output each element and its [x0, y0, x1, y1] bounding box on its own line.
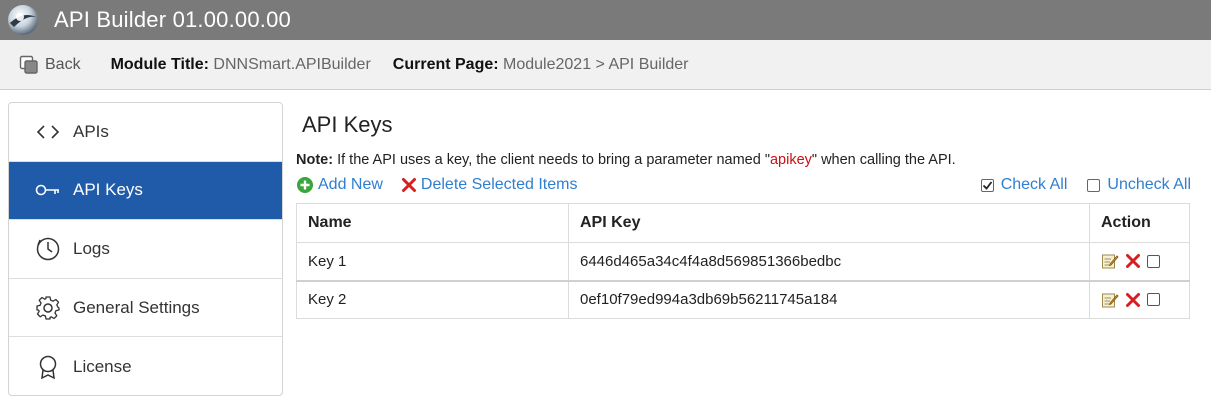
cell-name: Key 1: [296, 242, 569, 282]
note-text-after: " when calling the API.: [811, 152, 956, 168]
table-row: Key 2 0ef10f79ed994a3db69b56211745a184: [296, 280, 1190, 319]
checked-box-icon: [980, 178, 994, 192]
cell-action: [1089, 242, 1190, 282]
note-label: Note:: [296, 152, 334, 168]
sidebar-item-label: API Keys: [73, 180, 143, 200]
table-header-row: Name API Key Action: [296, 203, 1190, 243]
column-header-name: Name: [296, 203, 569, 243]
column-header-api-key: API Key: [568, 203, 1090, 243]
gear-icon: [35, 295, 61, 321]
module-title-info: Module Title: DNNSmart.APIBuilder: [111, 56, 371, 74]
row-checkbox[interactable]: [1147, 293, 1160, 307]
edit-icon[interactable]: [1101, 252, 1119, 270]
app-title: API Builder 01.00.00.00: [54, 7, 291, 32]
current-page-info: Current Page: Module2021 > API Builder: [393, 56, 689, 74]
sidebar-item-logs[interactable]: Logs: [9, 220, 282, 279]
column-header-action: Action: [1089, 203, 1190, 243]
unchecked-box-icon: [1087, 178, 1101, 192]
award-icon: [35, 354, 61, 380]
current-page-label: Current Page:: [392, 55, 499, 73]
module-title-label: Module Title:: [110, 55, 209, 73]
delete-selected-label: Delete Selected Items: [420, 176, 578, 193]
delete-icon: [401, 178, 416, 192]
sidebar-item-apis[interactable]: APIs: [9, 103, 282, 162]
code-icon: [35, 119, 61, 145]
sidebar-item-label: License: [73, 356, 132, 376]
back-button[interactable]: Back: [19, 55, 81, 75]
edit-icon[interactable]: [1101, 291, 1119, 309]
back-label: Back: [45, 55, 81, 73]
current-page-value: Module2021 > API Builder: [503, 55, 689, 73]
table-row: Key 1 6446d465a34c4f4a8d569851366bedbc: [296, 242, 1190, 282]
delete-row-icon[interactable]: [1125, 253, 1141, 269]
note-keyword: apikey: [769, 152, 812, 168]
sidebar-item-api-keys[interactable]: API Keys: [9, 161, 282, 221]
sidebar-item-label: APIs: [73, 121, 109, 141]
page-title: API Keys: [302, 112, 393, 137]
cell-api-key: 6446d465a34c4f4a8d569851366bedbc: [568, 242, 1090, 282]
app-logo-icon: [4, 1, 42, 39]
action-bar: Add New Delete Selected Items Check All …: [296, 174, 1191, 196]
cell-api-key: 0ef10f79ed994a3db69b56211745a184: [568, 280, 1090, 319]
back-icon: [19, 55, 38, 74]
note-text-before: If the API uses a key, the client needs …: [333, 152, 770, 168]
check-all-button[interactable]: Check All: [980, 176, 1068, 194]
check-all-label: Check All: [1000, 176, 1068, 193]
row-checkbox[interactable]: [1147, 254, 1160, 268]
note-text: Note: If the API uses a key, the client …: [296, 152, 1191, 168]
main-content: API Keys Note: If the API uses a key, th…: [296, 102, 1191, 319]
sidebar-item-license[interactable]: License: [9, 337, 282, 395]
add-new-button[interactable]: Add New: [296, 176, 383, 194]
uncheck-all-button[interactable]: Uncheck All: [1087, 176, 1191, 194]
clock-icon: [35, 236, 61, 262]
uncheck-all-label: Uncheck All: [1107, 176, 1191, 193]
sidebar-item-general-settings[interactable]: General Settings: [9, 279, 282, 338]
delete-row-icon[interactable]: [1125, 292, 1141, 308]
sidebar-item-label: Logs: [73, 238, 110, 258]
module-title-value: DNNSmart.APIBuilder: [213, 55, 371, 73]
toolbar: Back Module Title: DNNSmart.APIBuilder C…: [0, 40, 1211, 90]
sidebar-item-label: General Settings: [73, 297, 200, 317]
add-icon: [297, 177, 313, 193]
add-new-label: Add New: [318, 176, 383, 193]
cell-action: [1089, 280, 1190, 319]
delete-selected-button[interactable]: Delete Selected Items: [401, 176, 578, 194]
api-keys-table: Name API Key Action Key 1 6446d465a34c4f…: [296, 203, 1190, 319]
key-icon: [35, 177, 61, 203]
cell-name: Key 2: [296, 280, 569, 319]
title-bar: API Builder 01.00.00.00: [0, 0, 1211, 40]
sidebar: APIs API Keys Logs General Settings Lice…: [8, 102, 283, 396]
